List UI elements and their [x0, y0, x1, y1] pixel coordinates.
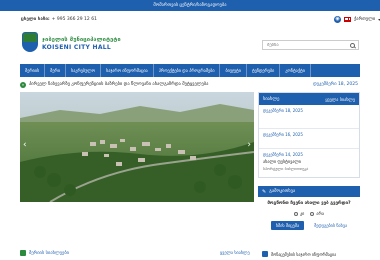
- poll-options: კი არა: [258, 211, 360, 216]
- radio-no[interactable]: [310, 212, 315, 216]
- ticker-date: დეკემბერი 18, 2025: [313, 82, 358, 87]
- nav-item-council[interactable]: საკრებულო: [66, 64, 102, 77]
- news-date: დეკემბერი 18, 2025: [263, 108, 303, 113]
- poll-question: მოგწონთ ჩვენი ახალი ვებ გვერდი?: [267, 201, 351, 206]
- poll-option-yes[interactable]: კი: [294, 211, 304, 216]
- nav-item-mayor[interactable]: მერი: [45, 64, 66, 77]
- hotline-label: ცხელი ხაზი:: [21, 17, 50, 22]
- poll-icon: ✎: [262, 188, 267, 195]
- vote-button[interactable]: ხმის მიცემა: [270, 221, 305, 230]
- radio-yes[interactable]: [294, 212, 299, 216]
- news-panel-title: სიახლე: [263, 96, 280, 102]
- ticker-text[interactable]: პირველ ნახევარზე კონფერენციის ბაზრები და…: [29, 82, 208, 87]
- nav-item-projects[interactable]: პროექტები და პროგრამები: [154, 64, 221, 77]
- news-date: დეკემბერი 16, 2025: [263, 132, 303, 137]
- nav-item-tenders[interactable]: ტენდერები: [247, 64, 281, 77]
- top-banner-text: მომართვის ცენტრი/საზოგადოება: [153, 3, 227, 8]
- public-info-icon: [262, 251, 268, 257]
- georgia-flag-icon[interactable]: [344, 17, 351, 22]
- language-selector[interactable]: ქართული: [354, 17, 375, 22]
- aerial-town-photo: [20, 92, 254, 202]
- ticker-icon: »: [20, 81, 26, 88]
- nav-item-home[interactable]: მერიის: [20, 64, 46, 77]
- news-subtitle: სპორტული ბიბლიოთეკა: [263, 166, 309, 171]
- public-info-label: მონაცემების საჯარო ინფორმაცია: [271, 251, 337, 257]
- bottom-more-link[interactable]: ყველა სიახლე: [220, 250, 250, 255]
- poll-header: ✎ გამოკითხვა: [258, 186, 360, 197]
- accessibility-icon[interactable]: ◉: [334, 16, 341, 23]
- search-icon[interactable]: [350, 42, 355, 48]
- nav-item-budget[interactable]: ბიუჯეტი: [220, 64, 247, 77]
- all-news-link[interactable]: ყველა სიახლე: [325, 97, 355, 102]
- hotline-number[interactable]: + 995 366 29 12 61: [52, 17, 97, 22]
- hero-slider[interactable]: ‹ ›: [20, 92, 254, 202]
- results-link[interactable]: შედეგების ნახვა: [314, 223, 347, 228]
- top-banner[interactable]: მომართვის ცენტრი/საზოგადოება: [0, 0, 380, 11]
- nav-item-contact[interactable]: კონტაქტი: [280, 64, 311, 77]
- poll-title: გამოკითხვა: [269, 189, 296, 194]
- slider-prev-icon[interactable]: ‹: [23, 140, 27, 150]
- municipality-logo[interactable]: [22, 32, 38, 52]
- main-nav: მერიის მერი საკრებულო საჯარო ინფორმაცია …: [20, 64, 360, 77]
- news-ticker: » პირველ ნახევარზე კონფერენციის ბაზრები …: [20, 80, 360, 89]
- poll-actions: ხმის მიცემა შედეგების ნახვა: [258, 221, 360, 230]
- nav-item-public-info[interactable]: საჯარო ინფორმაცია: [101, 64, 154, 77]
- poll-widget: ✎ გამოკითხვა მოგწონთ ჩვენი ახალი ვებ გვე…: [258, 186, 360, 242]
- hotline: ცხელი ხაზი: + 995 366 29 12 61: [21, 17, 97, 22]
- news-title: ახალი ფესტივალი: [263, 159, 301, 164]
- news-panel-header: სიახლე ყველა სიახლე: [259, 93, 359, 105]
- public-info-link[interactable]: მონაცემების საჯარო ინფორმაცია: [262, 251, 336, 257]
- slider-next-icon[interactable]: ›: [247, 140, 251, 150]
- news-date: დეკემბერი 14, 2025: [263, 152, 303, 157]
- site-title: ჯიბელის მუნიციპალიტეტი: [42, 37, 121, 43]
- news-item[interactable]: დეკემბერი 18, 2025: [259, 105, 359, 129]
- bottom-news-title: მერიის სიახლეები: [29, 250, 69, 256]
- search-input[interactable]: [263, 40, 349, 50]
- news-section-icon: [20, 250, 26, 256]
- bottom-news-heading: მერიის სიახლეები: [20, 250, 69, 256]
- search-box: [262, 40, 359, 50]
- top-right-tools: ◉ ქართული ▾: [334, 16, 380, 23]
- news-item[interactable]: დეკემბერი 14, 2025 ახალი ფესტივალი სპორტ…: [259, 149, 359, 173]
- news-item[interactable]: დეკემბერი 16, 2025: [259, 129, 359, 149]
- news-panel: სიახლე ყველა სიახლე დეკემბერი 18, 2025 დ…: [258, 92, 360, 178]
- site-subtitle: KOISENI CITY HALL: [42, 44, 112, 51]
- poll-option-no[interactable]: არა: [310, 211, 324, 216]
